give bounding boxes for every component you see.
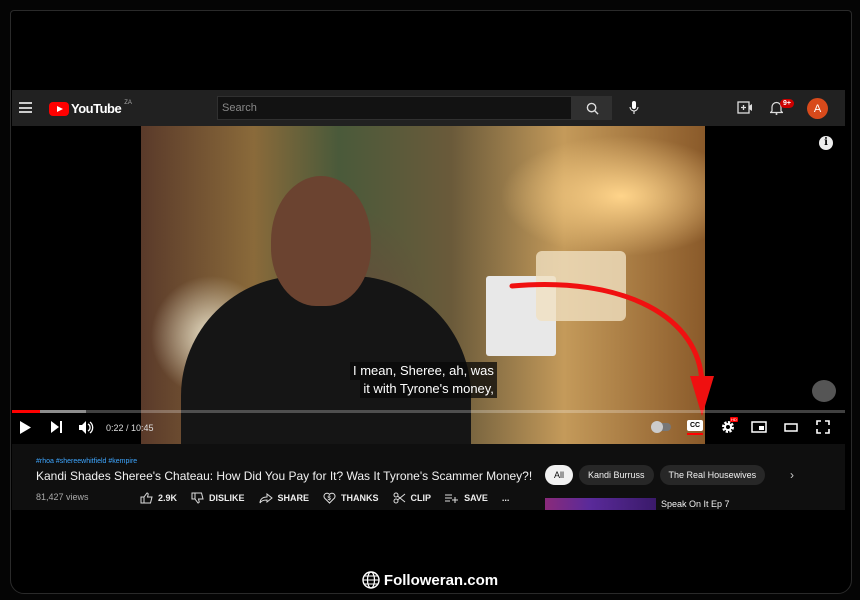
progress-bar[interactable] xyxy=(12,410,845,413)
subtitles: I mean, Sheree, ah, was it with Tyrone's… xyxy=(350,362,497,398)
view-count: 81,427 views xyxy=(36,492,89,502)
theater-icon xyxy=(784,422,798,432)
share-icon xyxy=(259,492,273,503)
filter-chips: All Kandi Burruss The Real Housewives xyxy=(545,465,766,485)
info-icon[interactable]: i xyxy=(819,136,833,150)
dislike-label: DISLIKE xyxy=(209,493,245,503)
fullscreen-icon xyxy=(816,420,830,434)
search-icon xyxy=(586,102,599,115)
chip-all[interactable]: All xyxy=(545,465,574,485)
share-button[interactable]: SHARE xyxy=(259,492,310,504)
notification-badge: 9+ xyxy=(780,99,794,108)
chip-real-housewives[interactable]: The Real Housewives xyxy=(659,465,766,485)
hashtags[interactable]: #rhoa #shereewhitfield #kempire xyxy=(36,458,137,465)
voice-search-button[interactable] xyxy=(624,98,644,118)
subtitle-line: it with Tyrone's money, xyxy=(360,380,497,398)
globe-icon xyxy=(362,571,380,589)
video-title: Kandi Shades Sheree's Chateau: How Did Y… xyxy=(36,469,533,483)
theater-mode-button[interactable] xyxy=(782,419,800,435)
related-video-thumbnail[interactable] xyxy=(545,498,656,510)
microphone-icon xyxy=(629,101,639,114)
video-person-head xyxy=(271,176,371,306)
fullscreen-button[interactable] xyxy=(814,419,832,435)
next-button[interactable] xyxy=(48,419,64,435)
thanks-label: THANKS xyxy=(341,493,379,503)
create-video-icon xyxy=(737,101,752,114)
share-label: SHARE xyxy=(277,493,310,503)
volume-icon xyxy=(78,420,93,434)
miniplayer-button[interactable] xyxy=(750,419,768,435)
menu-icon[interactable] xyxy=(19,102,32,113)
play-button[interactable] xyxy=(17,419,33,435)
settings-button[interactable]: HD xyxy=(719,417,738,435)
miniplayer-icon xyxy=(751,421,767,433)
region-code: ZA xyxy=(124,99,132,106)
search-button[interactable] xyxy=(572,96,612,120)
heart-dollar-icon: $ xyxy=(323,492,336,504)
video-info: #rhoa #shereewhitfield #kempire Kandi Sh… xyxy=(12,444,845,510)
autoplay-toggle[interactable] xyxy=(650,419,672,435)
more-icon: ... xyxy=(501,493,510,503)
like-count: 2.9K xyxy=(158,493,178,503)
related-video-title[interactable]: Speak On It Ep 7 xyxy=(661,499,730,509)
action-bar: 2.9K DISLIKE SHARE $ THANKS CLIP SAVE ... xyxy=(140,492,523,504)
volume-button[interactable] xyxy=(78,419,94,435)
time-display: 0:22 / 10:45 xyxy=(106,423,154,433)
play-icon xyxy=(20,420,31,434)
scissors-icon xyxy=(393,492,405,504)
thanks-button[interactable]: $ THANKS xyxy=(323,492,379,504)
progress-fill xyxy=(12,410,41,413)
logo-text: YouTube xyxy=(71,101,122,116)
youtube-logo[interactable]: YouTube ZA xyxy=(49,99,132,116)
thumbs-up-icon xyxy=(140,492,153,504)
watermark: Followeran.com xyxy=(0,571,860,589)
watermark-text: Followeran.com xyxy=(383,571,499,589)
chip-kandi-burruss[interactable]: Kandi Burruss xyxy=(579,465,654,485)
more-button[interactable]: ... xyxy=(502,492,510,504)
playlist-add-icon xyxy=(445,494,459,503)
cc-icon: CC xyxy=(687,419,703,431)
youtube-play-icon xyxy=(49,101,69,116)
save-button[interactable]: SAVE xyxy=(445,492,488,504)
channel-watermark-icon[interactable] xyxy=(812,380,836,402)
next-icon xyxy=(50,421,62,433)
dislike-button[interactable]: DISLIKE xyxy=(191,492,245,504)
like-button[interactable]: 2.9K xyxy=(140,492,177,504)
gear-icon xyxy=(722,421,734,433)
hd-badge: HD xyxy=(730,417,738,422)
red-arrow-annotation xyxy=(509,282,714,416)
avatar[interactable]: A xyxy=(807,98,828,119)
create-button[interactable] xyxy=(737,101,753,114)
chevron-right-icon[interactable]: › xyxy=(790,468,794,482)
thumbs-down-icon xyxy=(191,492,204,504)
top-bar: YouTube ZA Search 9+ A xyxy=(12,90,845,126)
captions-button[interactable]: CC xyxy=(686,419,704,435)
video-player[interactable]: I mean, Sheree, ah, was it with Tyrone's… xyxy=(12,126,845,444)
clip-label: CLIP xyxy=(410,493,432,503)
subtitle-line: I mean, Sheree, ah, was xyxy=(350,362,497,380)
clip-button[interactable]: CLIP xyxy=(393,492,432,504)
save-label: SAVE xyxy=(464,493,488,503)
search-input[interactable]: Search xyxy=(217,96,572,120)
